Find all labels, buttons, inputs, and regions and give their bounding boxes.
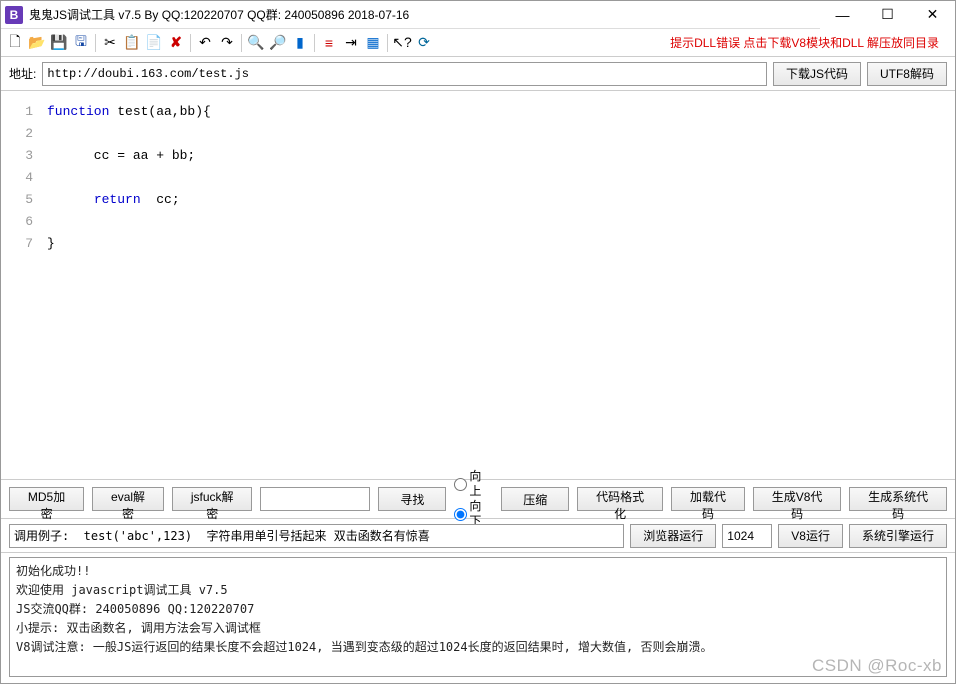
code-editor[interactable]: 1234567 function test(aa,bb){ cc = aa + …	[1, 91, 955, 479]
log-line: 初始化成功!!	[16, 562, 940, 581]
code-content[interactable]: function test(aa,bb){ cc = aa + bb; retu…	[41, 91, 217, 479]
outdent-icon[interactable]: ▦	[363, 33, 383, 53]
title-bar: B 鬼鬼JS调试工具 v7.5 By QQ:120220707 QQ群: 240…	[1, 1, 955, 29]
address-label: 地址:	[9, 65, 36, 82]
toolbar-separator	[314, 34, 315, 52]
new-file-icon[interactable]: 🗋	[5, 33, 25, 53]
v8-run-button[interactable]: V8运行	[778, 524, 843, 548]
buffer-size-input[interactable]	[722, 524, 772, 548]
find-next-icon[interactable]: 🔎	[268, 33, 288, 53]
radio-up[interactable]: 向上	[454, 469, 493, 499]
open-file-icon[interactable]: 📂	[27, 33, 47, 53]
toolbar-separator	[387, 34, 388, 52]
undo-icon[interactable]: ↶	[195, 33, 215, 53]
call-example-input[interactable]	[9, 524, 624, 548]
utf8-decode-button[interactable]: UTF8解码	[867, 62, 947, 86]
save-all-icon[interactable]: 🖫	[71, 33, 91, 53]
log-line: 小提示: 双击函数名, 调用方法会写入调试框	[16, 619, 940, 638]
delete-icon[interactable]: ✘	[166, 33, 186, 53]
call-row: 浏览器运行 V8运行 系统引擎运行	[1, 519, 955, 553]
format-button[interactable]: 代码格式化	[577, 487, 663, 511]
pointer-help-icon[interactable]: ↖?	[392, 33, 412, 53]
maximize-button[interactable]: ☐	[865, 1, 910, 29]
main-toolbar: 🗋 📂 💾 🖫 ✂ 📋 📄 ✘ ↶ ↷ 🔍 🔎 ▮ ≡ ⇥ ▦ ↖? ⟳ 提示D…	[1, 29, 955, 57]
refresh-icon[interactable]: ⟳	[414, 33, 434, 53]
log-line: 欢迎使用 javascript调试工具 v7.5	[16, 581, 940, 600]
close-button[interactable]: ✕	[910, 1, 955, 29]
address-input[interactable]	[42, 62, 767, 86]
jsfuck-decrypt-button[interactable]: jsfuck解密	[172, 487, 252, 511]
address-row: 地址: 下载JS代码 UTF8解码	[1, 57, 955, 91]
load-code-button[interactable]: 加载代码	[671, 487, 745, 511]
download-js-button[interactable]: 下载JS代码	[773, 62, 861, 86]
toolbar-separator	[95, 34, 96, 52]
find-input[interactable]	[260, 487, 370, 511]
compress-button[interactable]: 压缩	[501, 487, 569, 511]
save-icon[interactable]: 💾	[49, 33, 69, 53]
log-line: V8调试注意: 一般JS运行返回的结果长度不会超过1024, 当遇到变态级的超过…	[16, 638, 940, 657]
eval-decrypt-button[interactable]: eval解密	[92, 487, 164, 511]
browser-run-button[interactable]: 浏览器运行	[630, 524, 716, 548]
redo-icon[interactable]: ↷	[217, 33, 237, 53]
log-line: JS交流QQ群: 240050896 QQ:120220707	[16, 600, 940, 619]
line-gutter: 1234567	[1, 91, 41, 479]
toolbar-separator	[241, 34, 242, 52]
minimize-button[interactable]: —	[820, 1, 865, 29]
md5-button[interactable]: MD5加密	[9, 487, 84, 511]
copy-icon[interactable]: 📋	[122, 33, 142, 53]
actions-row: MD5加密 eval解密 jsfuck解密 寻找 向上 向下 压缩 代码格式化 …	[1, 479, 955, 519]
gen-v8-button[interactable]: 生成V8代码	[753, 487, 841, 511]
paste-icon[interactable]: 📄	[144, 33, 164, 53]
find-icon[interactable]: 🔍	[246, 33, 266, 53]
window-title: 鬼鬼JS调试工具 v7.5 By QQ:120220707 QQ群: 24005…	[29, 6, 820, 23]
find-button[interactable]: 寻找	[378, 487, 446, 511]
indent-icon[interactable]: ⇥	[341, 33, 361, 53]
log-panel[interactable]: 初始化成功!! 欢迎使用 javascript调试工具 v7.5 JS交流QQ群…	[9, 557, 947, 677]
list-icon[interactable]: ≡	[319, 33, 339, 53]
dll-help-text[interactable]: 提示DLL错误 点击下载V8模块和DLL 解压放同目录	[670, 34, 939, 51]
toolbar-separator	[190, 34, 191, 52]
app-icon: B	[5, 6, 23, 24]
cut-icon[interactable]: ✂	[100, 33, 120, 53]
gen-sys-button[interactable]: 生成系统代码	[849, 487, 947, 511]
sys-run-button[interactable]: 系统引擎运行	[849, 524, 947, 548]
bookmark-icon[interactable]: ▮	[290, 33, 310, 53]
